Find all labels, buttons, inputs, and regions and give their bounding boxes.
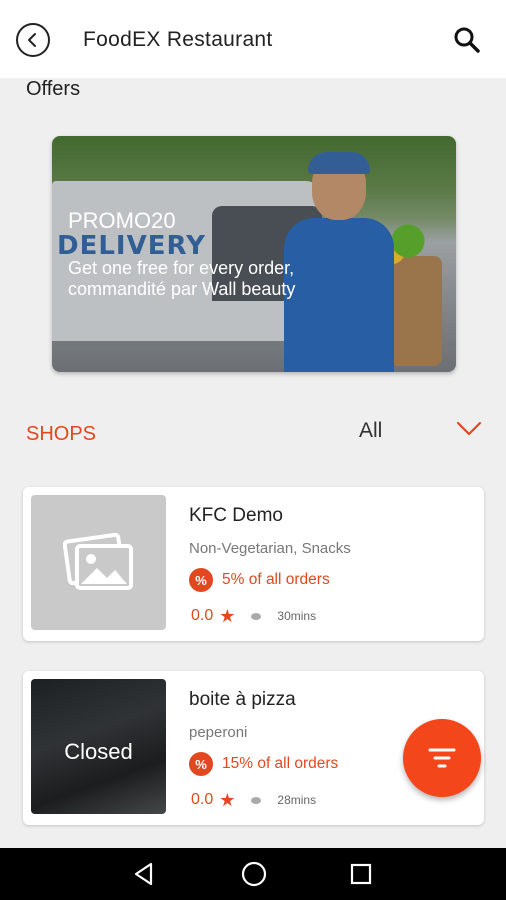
discount-badge-icon: % bbox=[189, 752, 213, 776]
search-button[interactable] bbox=[452, 25, 482, 55]
shop-name: boite à pizza bbox=[189, 689, 296, 710]
nav-recents-icon[interactable] bbox=[348, 861, 374, 887]
shop-rating: 0.0 bbox=[191, 607, 214, 624]
discount-badge-icon: % bbox=[189, 568, 213, 592]
page-title: FoodEX Restaurant bbox=[83, 28, 273, 51]
chevron-down-icon bbox=[456, 421, 482, 436]
clock-icon bbox=[251, 796, 262, 804]
app-bar: FoodEX Restaurant bbox=[0, 0, 506, 78]
shop-rating: 0.0 bbox=[191, 791, 214, 808]
shops-heading: SHOPS bbox=[26, 423, 97, 445]
offer-text: 5% of all orders bbox=[222, 571, 330, 588]
filter-icon bbox=[428, 748, 456, 768]
image-placeholder-icon bbox=[62, 532, 133, 590]
nav-home-icon[interactable] bbox=[240, 860, 268, 888]
shop-offer: % 15% of all orders bbox=[189, 751, 338, 777]
shop-card[interactable]: KFC Demo Non-Vegetarian, Snacks % 5% of … bbox=[23, 487, 484, 641]
promo-code: PROMO20 bbox=[68, 208, 176, 233]
closed-status: Closed bbox=[64, 739, 133, 764]
filter-fab-button[interactable] bbox=[403, 719, 481, 797]
promo-description: Get one free for every order, commandité… bbox=[68, 258, 296, 299]
delivery-time: 28mins bbox=[277, 793, 317, 807]
shop-meta: 0.0 ★ 28mins bbox=[191, 791, 316, 809]
back-arrow-icon bbox=[28, 33, 36, 47]
nav-back-icon[interactable] bbox=[131, 861, 157, 887]
promo-banner[interactable]: DELIVERY bbox=[52, 136, 456, 372]
delivery-time: 30mins bbox=[277, 609, 317, 623]
shop-meta: 0.0 ★ 30mins bbox=[191, 607, 316, 625]
search-icon bbox=[454, 27, 480, 53]
shop-category: Non-Vegetarian, Snacks bbox=[189, 540, 351, 557]
shops-filter-value[interactable]: All bbox=[359, 419, 382, 443]
system-nav-bar bbox=[0, 848, 506, 900]
shop-category: peperoni bbox=[189, 724, 248, 741]
offer-text: 15% of all orders bbox=[222, 755, 339, 772]
offers-heading: Offers bbox=[26, 78, 81, 100]
clock-icon bbox=[251, 612, 262, 620]
shop-name: KFC Demo bbox=[189, 505, 283, 526]
star-icon: ★ bbox=[219, 606, 236, 626]
star-icon: ★ bbox=[219, 790, 236, 810]
shop-offer: % 5% of all orders bbox=[189, 567, 330, 593]
back-button[interactable] bbox=[16, 23, 50, 57]
shop-image: Closed bbox=[31, 679, 166, 814]
shop-image-placeholder bbox=[31, 495, 166, 630]
shops-filter-dropdown[interactable] bbox=[455, 420, 483, 438]
